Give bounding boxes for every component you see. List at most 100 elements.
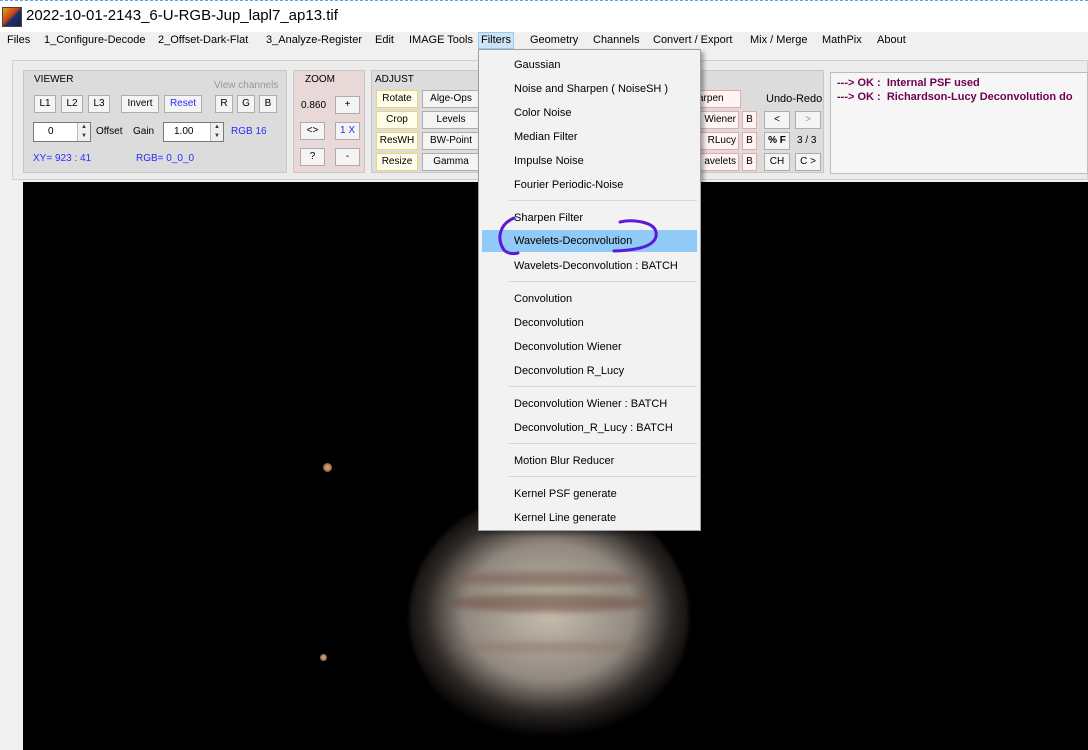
reset-button[interactable]: Reset	[164, 95, 202, 113]
adjust-title: ADJUST	[375, 74, 414, 85]
zoom-fit-button[interactable]: <>	[300, 122, 325, 140]
menu-item-impulse-noise[interactable]: Impulse Noise	[479, 150, 700, 172]
menu-geometry[interactable]: Geometry	[528, 32, 580, 49]
channel-r-button[interactable]: R	[215, 95, 233, 113]
moon-image-detail	[320, 654, 327, 661]
l2-button[interactable]: L2	[61, 95, 83, 113]
menu-bar: Files 1_Configure-Decode 2_Offset-Dark-F…	[0, 32, 1088, 49]
menu-item-deconvolution-wiener-batch[interactable]: Deconvolution Wiener : BATCH	[479, 393, 700, 415]
resize-button[interactable]: Resize	[376, 153, 418, 171]
filters-panel: arpen Wiener B RLucy B avelets B Undo-Re…	[690, 70, 824, 173]
gain-label: Gain	[133, 126, 155, 137]
viewer-title: VIEWER	[34, 74, 74, 85]
title-bar: 2022-10-01-2143_6-U-RGB-Jup_lapl7_ap13.t…	[0, 0, 1088, 32]
menu-item-kernel-line-generate[interactable]: Kernel Line generate	[479, 507, 700, 529]
offset-value: 0	[48, 126, 54, 137]
bw-point-button[interactable]: BW-Point	[422, 132, 480, 150]
channel-b-button[interactable]: B	[259, 95, 277, 113]
menu-files[interactable]: Files	[5, 32, 32, 49]
reswh-button[interactable]: ResWH	[376, 132, 418, 150]
alge-ops-button[interactable]: Alge-Ops	[422, 90, 480, 108]
menu-item-kernel-psf-generate[interactable]: Kernel PSF generate	[479, 483, 700, 505]
menu-channels[interactable]: Channels	[591, 32, 641, 49]
menu-item-deconvolution-wiener[interactable]: Deconvolution Wiener	[479, 336, 700, 358]
view-channels-label: View channels	[214, 80, 279, 91]
message-line: ---> OK : Richardson-Lucy Deconvolution …	[837, 91, 1073, 103]
zoom-panel: ZOOM 0.860 + <> 1 X ? -	[293, 70, 365, 173]
menu-item-gaussian[interactable]: Gaussian	[479, 54, 700, 76]
menu-item-median-filter[interactable]: Median Filter	[479, 126, 700, 148]
wavelets-b-button[interactable]: B	[742, 153, 757, 171]
spinner-arrows-icon[interactable]: ▲ ▼	[77, 123, 90, 141]
message-line: ---> OK : Internal PSF used	[837, 77, 980, 89]
menu-item-deconvolution-rlucy-batch[interactable]: Deconvolution_R_Lucy : BATCH	[479, 417, 700, 439]
offset-spinner[interactable]: 0 ▲ ▼	[33, 122, 91, 142]
c-redo-button[interactable]: C >	[795, 153, 821, 171]
menu-separator	[509, 281, 697, 282]
menu-item-wavelets-deconvolution-batch[interactable]: Wavelets-Deconvolution : BATCH	[479, 255, 700, 277]
message-text: Richardson-Lucy Deconvolution do	[886, 91, 1073, 103]
spinner-arrows-icon[interactable]: ▲ ▼	[210, 123, 223, 141]
gamma-button[interactable]: Gamma	[422, 153, 480, 171]
viewer-panel: VIEWER View channels L1 L2 L3 Invert Res…	[23, 70, 287, 173]
menu-item-color-noise[interactable]: Color Noise	[479, 102, 700, 124]
zoom-value: 0.860	[301, 100, 327, 111]
menu-item-fourier-periodic-noise[interactable]: Fourier Periodic-Noise	[479, 174, 700, 196]
rgb-readout: RGB= 0_0_0	[136, 153, 195, 164]
undo-button[interactable]: <	[764, 111, 790, 129]
xy-readout: XY= 923 : 41	[33, 153, 92, 164]
zoom-title: ZOOM	[305, 74, 335, 85]
menu-item-convolution[interactable]: Convolution	[479, 288, 700, 310]
menu-configure-decode[interactable]: 1_Configure-Decode	[42, 32, 148, 49]
channel-g-button[interactable]: G	[237, 95, 255, 113]
message-prefix: ---> OK :	[837, 91, 881, 103]
menu-mathpix[interactable]: MathPix	[820, 32, 864, 49]
menu-item-noise-and-sharpen[interactable]: Noise and Sharpen ( NoiseSH )	[479, 78, 700, 100]
percent-f-button[interactable]: % F	[764, 132, 790, 150]
rlucy-b-button[interactable]: B	[742, 132, 757, 150]
menu-separator	[509, 200, 697, 201]
moon-image-detail	[323, 463, 332, 472]
filters-dropdown-menu: Gaussian Noise and Sharpen ( NoiseSH ) C…	[478, 49, 701, 531]
rgb-mode-label: RGB 16	[231, 126, 267, 137]
gain-spinner[interactable]: 1.00 ▲ ▼	[163, 122, 224, 142]
message-prefix: ---> OK :	[837, 77, 881, 89]
menu-analyze-register[interactable]: 3_Analyze-Register	[264, 32, 364, 49]
undo-count: 3 / 3	[797, 135, 817, 146]
gain-value: 1.00	[174, 126, 194, 137]
annotation-circle-icon	[498, 216, 658, 256]
menu-separator	[509, 386, 697, 387]
crop-button[interactable]: Crop	[376, 111, 418, 129]
invert-button[interactable]: Invert	[121, 95, 159, 113]
menu-item-deconvolution-rlucy[interactable]: Deconvolution R_Lucy	[479, 360, 700, 382]
zoom-in-button[interactable]: +	[335, 96, 360, 114]
menu-separator	[509, 476, 697, 477]
redo-button[interactable]: >	[795, 111, 821, 129]
l3-button[interactable]: L3	[88, 95, 110, 113]
l1-button[interactable]: L1	[34, 95, 56, 113]
menu-about[interactable]: About	[875, 32, 908, 49]
message-log: ---> OK : Internal PSF used ---> OK : Ri…	[830, 72, 1088, 174]
menu-offset-dark-flat[interactable]: 2_Offset-Dark-Flat	[156, 32, 250, 49]
menu-separator	[509, 443, 697, 444]
menu-mix-merge[interactable]: Mix / Merge	[748, 32, 809, 49]
menu-image-tools[interactable]: IMAGE Tools	[407, 32, 475, 49]
levels-button[interactable]: Levels	[422, 111, 480, 129]
menu-edit[interactable]: Edit	[373, 32, 396, 49]
menu-item-deconvolution[interactable]: Deconvolution	[479, 312, 700, 334]
ch-button[interactable]: CH	[764, 153, 790, 171]
menu-item-motion-blur-reducer[interactable]: Motion Blur Reducer	[479, 450, 700, 472]
offset-label: Offset	[96, 126, 123, 137]
undo-redo-title: Undo-Redo	[766, 93, 823, 105]
message-text: Internal PSF used	[886, 77, 980, 89]
wiener-b-button[interactable]: B	[742, 111, 757, 129]
zoom-help-button[interactable]: ?	[300, 148, 325, 166]
rotate-button[interactable]: Rotate	[376, 90, 418, 108]
menu-convert-export[interactable]: Convert / Export	[651, 32, 734, 49]
adjust-panel: ADJUST Rotate Alge-Ops Crop Levels ResWH…	[371, 70, 480, 173]
window-title: 2022-10-01-2143_6-U-RGB-Jup_lapl7_ap13.t…	[26, 7, 338, 24]
zoom-out-button[interactable]: -	[335, 148, 360, 166]
menu-filters[interactable]: Filters	[478, 32, 514, 49]
app-icon	[2, 7, 22, 27]
zoom-1x-button[interactable]: 1 X	[335, 122, 360, 140]
